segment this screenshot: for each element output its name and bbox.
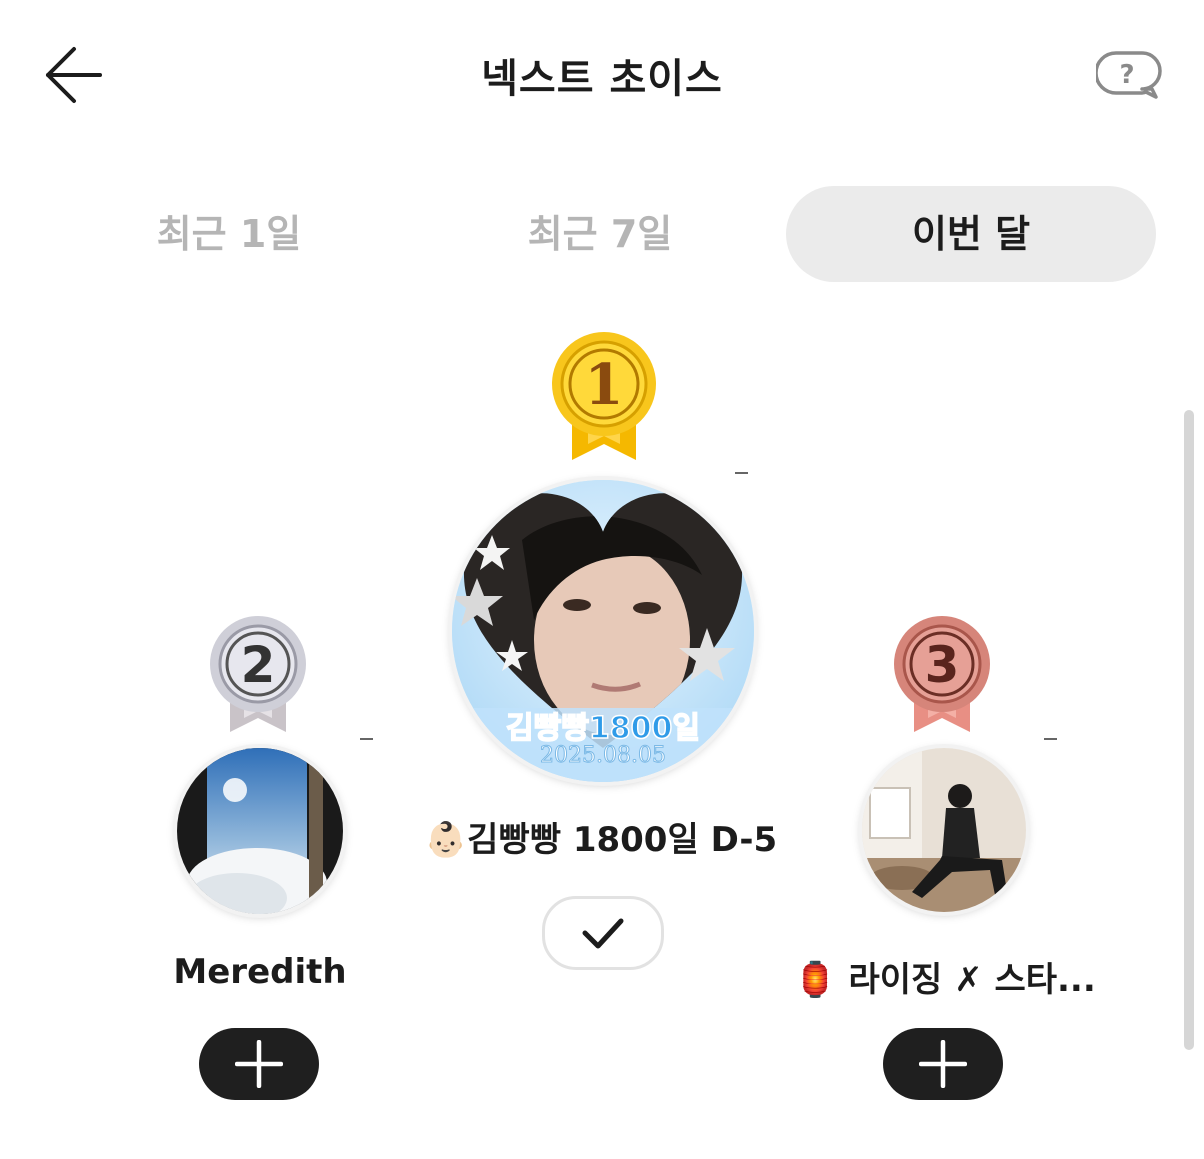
avatar-date: 2025.08.05 bbox=[540, 743, 666, 768]
plus-icon bbox=[235, 1040, 283, 1088]
avatar-second-place[interactable] bbox=[177, 748, 343, 914]
tab-recent-1-day[interactable]: 최근 1일 bbox=[44, 186, 414, 282]
tab-recent-7-days[interactable]: 최근 7일 bbox=[415, 186, 785, 282]
rank-2-label: 2 bbox=[241, 636, 276, 694]
remove-indicator bbox=[1044, 738, 1057, 740]
vertical-scrollbar[interactable] bbox=[1184, 410, 1194, 1050]
tab-this-month[interactable]: 이번 달 bbox=[786, 186, 1156, 282]
add-third-place-button[interactable] bbox=[883, 1028, 1003, 1100]
avatar-caption: 김빵빵1800일 bbox=[506, 711, 700, 746]
third-place-name: 🏮 라이징 ✗ 스타... bbox=[790, 952, 1100, 1001]
rank-1-label: 1 bbox=[585, 352, 624, 418]
second-place-name: Meredith bbox=[173, 952, 347, 992]
silver-medal-icon: 2 bbox=[210, 616, 306, 738]
header-bar: 넥스트 초이스 ? bbox=[0, 0, 1204, 150]
page-title: 넥스트 초이스 bbox=[481, 56, 723, 102]
add-second-place-button[interactable] bbox=[199, 1028, 319, 1100]
baby-emoji-icon: 👶🏻 bbox=[424, 820, 468, 860]
avatar-third-place[interactable] bbox=[862, 748, 1026, 912]
checkmark-icon bbox=[582, 918, 624, 949]
rank-3-label: 3 bbox=[925, 636, 960, 694]
first-place-name: 👶🏻김빵빵 1800일 D-5 bbox=[420, 812, 782, 861]
avatar-first-place[interactable]: 김빵빵1800일 2025.08.05 bbox=[452, 480, 754, 782]
selected-check-button[interactable] bbox=[542, 896, 664, 970]
bronze-medal-icon: 3 bbox=[894, 616, 990, 738]
period-tabs: 최근 1일 최근 7일 이번 달 bbox=[44, 186, 1156, 282]
question-bubble-icon: ? bbox=[1094, 51, 1162, 99]
first-place-name-text: 김빵빵 1800일 D-5 bbox=[467, 820, 778, 860]
third-place-name-text: 라이징 ✗ 스타... bbox=[848, 960, 1096, 1000]
plus-icon bbox=[919, 1040, 967, 1088]
lantern-emoji-icon: 🏮 bbox=[794, 960, 837, 1000]
remove-indicator bbox=[360, 738, 373, 740]
svg-text:?: ? bbox=[1119, 60, 1134, 90]
remove-indicator bbox=[735, 472, 748, 474]
help-button[interactable]: ? bbox=[1094, 50, 1162, 102]
gold-medal-icon: 1 bbox=[552, 332, 656, 466]
